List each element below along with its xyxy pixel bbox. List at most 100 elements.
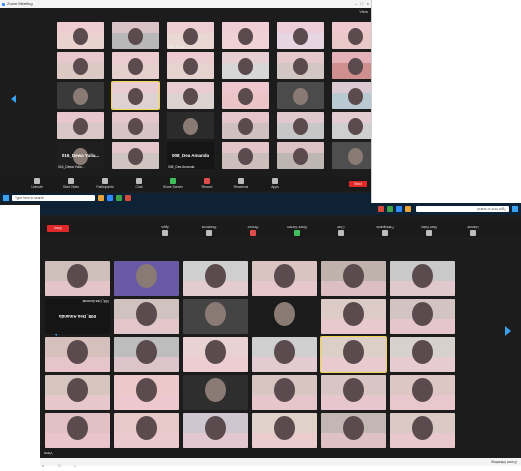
chrome-icon[interactable]: [116, 195, 122, 201]
participant-tile[interactable]: [112, 52, 159, 79]
taskbar-search-input[interactable]: Type here to search: [416, 206, 509, 212]
participant-tile[interactable]: [390, 261, 455, 296]
participant-tile[interactable]: 016_Dewa Yulia... 016_Dewa Yulia...: [57, 142, 104, 169]
participant-tile[interactable]: [167, 82, 214, 109]
participant-tile[interactable]: [321, 261, 386, 296]
toolbar-button-record[interactable]: Record: [231, 225, 275, 236]
participant-tile[interactable]: [57, 112, 104, 139]
toolbar-button-chat[interactable]: Chat: [319, 225, 363, 236]
toolbar-button-start-video[interactable]: Start Video: [54, 178, 88, 189]
participant-tile[interactable]: [390, 375, 455, 410]
participant-tile[interactable]: [57, 82, 104, 109]
participant-tile[interactable]: [321, 299, 386, 334]
participant-tile[interactable]: [390, 337, 455, 372]
windows-start-icon[interactable]: [3, 195, 9, 201]
participant-tile[interactable]: [183, 375, 248, 410]
participant-tile[interactable]: [390, 299, 455, 334]
participant-tile[interactable]: [114, 261, 179, 296]
participant-tile[interactable]: [167, 52, 214, 79]
participant-tile[interactable]: [222, 52, 269, 79]
participant-tile[interactable]: [57, 22, 104, 49]
participant-tile[interactable]: [114, 337, 179, 372]
participant-tile[interactable]: [45, 337, 110, 372]
participant-tile[interactable]: [183, 413, 248, 448]
restore-icon[interactable]: –: [74, 464, 76, 468]
participant-tile[interactable]: [332, 112, 371, 139]
participant-tile[interactable]: [112, 112, 159, 139]
participant-tile[interactable]: [114, 375, 179, 410]
participant-tile[interactable]: [277, 112, 324, 139]
view-button[interactable]: View: [359, 9, 368, 14]
chrome-icon[interactable]: [387, 206, 393, 212]
minimize-icon[interactable]: –: [355, 0, 357, 8]
participant-tile[interactable]: [111, 81, 160, 110]
participant-tile[interactable]: [320, 336, 387, 373]
participant-tile[interactable]: [183, 299, 248, 334]
participant-tile[interactable]: [112, 22, 159, 49]
participant-tile[interactable]: [277, 82, 324, 109]
participant-tile[interactable]: [222, 22, 269, 49]
zoom-app-icon[interactable]: [107, 195, 113, 201]
toolbar-button-reactions[interactable]: Reactions: [187, 225, 231, 236]
participant-tile[interactable]: 006_Zahra: [167, 22, 214, 49]
toolbar-button-unmute[interactable]: Unmute: [451, 225, 495, 236]
participant-tile[interactable]: [277, 142, 324, 169]
file-explorer-icon[interactable]: [98, 195, 104, 201]
participant-tile[interactable]: 008_Dea Amanda 008_Dea Amanda: [45, 299, 110, 334]
app-icon[interactable]: [378, 206, 384, 212]
app-icon[interactable]: [125, 195, 131, 201]
participant-tile[interactable]: [277, 22, 324, 49]
toolbar-button-apps[interactable]: Apps: [143, 225, 187, 236]
participant-tile[interactable]: [390, 413, 455, 448]
toolbar-button-participants[interactable]: Participants: [88, 178, 122, 189]
maximize-icon[interactable]: □: [361, 0, 363, 8]
participant-tile[interactable]: [252, 413, 317, 448]
participant-tile[interactable]: [222, 112, 269, 139]
participant-tile[interactable]: [167, 112, 214, 139]
close-icon[interactable]: ×: [42, 464, 44, 468]
toolbar-button-chat[interactable]: Chat: [122, 178, 156, 189]
zoom-app-icon[interactable]: [396, 206, 402, 212]
participant-tile[interactable]: [321, 375, 386, 410]
participant-tile[interactable]: [332, 22, 371, 49]
participant-tile[interactable]: [321, 413, 386, 448]
end-button[interactable]: End: [349, 181, 367, 187]
participant-tile[interactable]: 008_Dea Amanda 008_Dea Amanda: [167, 142, 214, 169]
participant-tile[interactable]: [332, 142, 371, 169]
participant-tile[interactable]: [112, 142, 159, 169]
toolbar-button-participants[interactable]: Participants: [363, 225, 407, 236]
toolbar-button-unmute[interactable]: Unmute: [20, 178, 54, 189]
minimize-icon[interactable]: □: [58, 464, 60, 468]
toolbar-button-share-screen[interactable]: Share Screen: [275, 225, 319, 236]
participant-tile[interactable]: [252, 299, 317, 334]
participant-tile[interactable]: [183, 261, 248, 296]
participant-tile[interactable]: [252, 337, 317, 372]
participant-tile[interactable]: [222, 142, 269, 169]
windows-start-icon[interactable]: [512, 206, 518, 212]
taskbar-search-input[interactable]: Type here to search: [12, 195, 95, 201]
participant-tile[interactable]: [114, 299, 179, 334]
toolbar-button-record[interactable]: Record: [190, 178, 224, 189]
previous-page-icon[interactable]: [505, 326, 511, 336]
toolbar-button-start-video[interactable]: Start Video: [407, 225, 451, 236]
previous-page-icon[interactable]: [11, 95, 16, 103]
participant-tile[interactable]: [57, 52, 104, 79]
participant-tile[interactable]: [45, 261, 110, 296]
file-explorer-icon[interactable]: [405, 206, 411, 212]
participant-tile[interactable]: [252, 375, 317, 410]
participant-tile[interactable]: [45, 413, 110, 448]
view-button[interactable]: View: [44, 451, 53, 456]
end-button[interactable]: End: [47, 225, 69, 232]
participant-tile[interactable]: [45, 375, 110, 410]
participant-tile[interactable]: [252, 261, 317, 296]
toolbar-button-reactions[interactable]: Reactions: [224, 178, 258, 189]
participant-tile[interactable]: [332, 52, 371, 79]
participant-tile[interactable]: [114, 413, 179, 448]
close-icon[interactable]: ×: [367, 0, 369, 8]
toolbar-button-share-screen[interactable]: Share Screen: [156, 178, 190, 189]
participant-tile[interactable]: [332, 82, 371, 109]
participant-tile[interactable]: [277, 52, 324, 79]
toolbar-button-apps[interactable]: Apps: [258, 178, 292, 189]
participant-tile[interactable]: [222, 82, 269, 109]
participant-tile[interactable]: [183, 337, 248, 372]
